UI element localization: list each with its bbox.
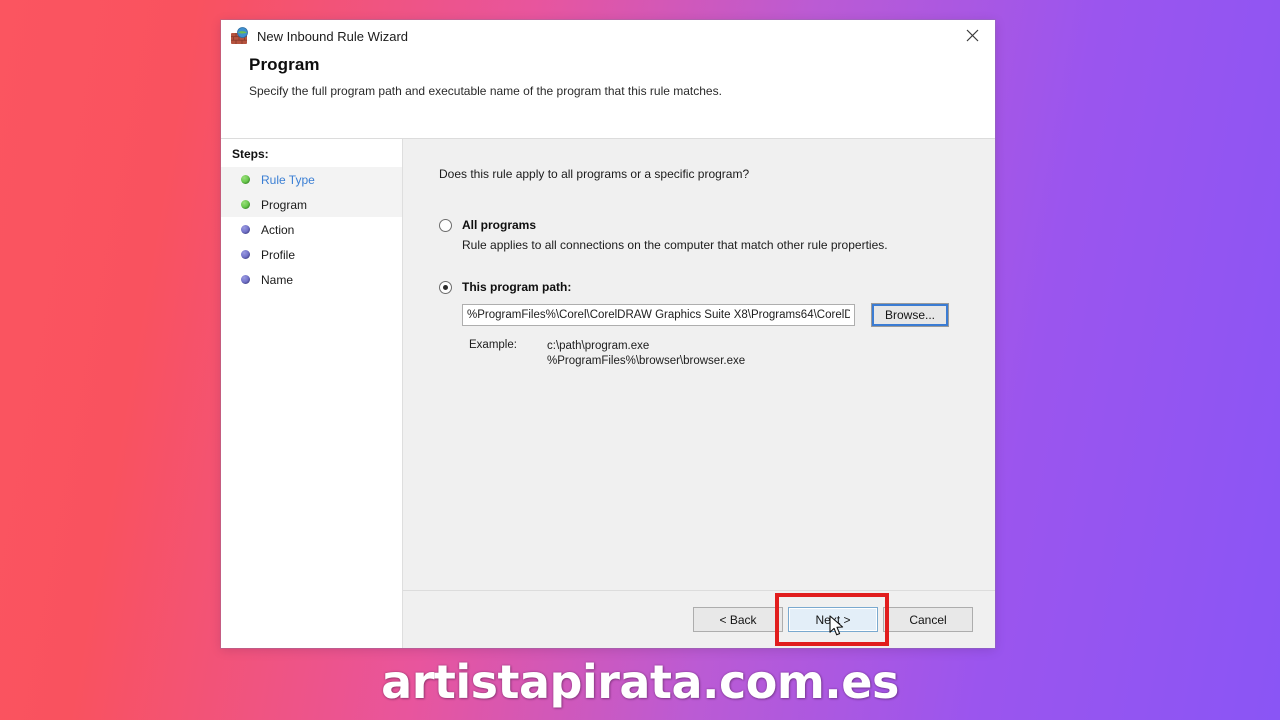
close-icon[interactable] <box>949 20 995 51</box>
window-title: New Inbound Rule Wizard <box>257 28 409 44</box>
page-subtitle: Specify the full program path and execut… <box>249 84 722 98</box>
main-content: Does this rule apply to all programs or … <box>403 139 995 648</box>
sidebar-item-program[interactable]: Program <box>221 192 402 217</box>
all-programs-description: Rule applies to all connections on the c… <box>462 238 888 252</box>
all-programs-label: All programs <box>462 218 537 232</box>
page-title: Program <box>249 55 320 74</box>
browse-button[interactable]: Browse... <box>871 303 949 327</box>
sidebar-item-profile[interactable]: Profile <box>221 242 402 267</box>
option-this-program-path: This program path: Browse... Example: c:… <box>439 280 967 369</box>
step-bullet-icon <box>241 225 250 234</box>
wizard-footer: < Back Next > Cancel <box>403 590 995 648</box>
example-line-1: c:\path\program.exe <box>547 340 650 352</box>
dialog-body: Steps: Rule Type Program Action Profile … <box>221 139 995 648</box>
example-line-2: %ProgramFiles%\browser\browser.exe <box>547 355 746 367</box>
question-text: Does this rule apply to all programs or … <box>439 167 750 181</box>
wizard-dialog: New Inbound Rule Wizard Program Specify … <box>221 20 995 648</box>
back-button[interactable]: < Back <box>693 607 783 632</box>
steps-sidebar: Steps: Rule Type Program Action Profile … <box>221 139 403 648</box>
steps-heading: Steps: <box>232 147 269 161</box>
step-bullet-icon <box>241 200 250 209</box>
sidebar-item-label: Action <box>261 222 295 237</box>
option-all-programs: All programs Rule applies to all connect… <box>439 218 967 252</box>
next-button-wrap: Next > <box>775 593 889 646</box>
firewall-shield-icon <box>230 26 249 46</box>
all-programs-row[interactable]: All programs <box>439 218 967 232</box>
example-lines: c:\path\program.exe %ProgramFiles%\brows… <box>547 339 745 369</box>
page-header: Program Specify the full program path an… <box>221 52 995 139</box>
this-program-label: This program path: <box>462 280 572 294</box>
path-row: Browse... <box>462 303 967 327</box>
example-block: Example: c:\path\program.exe %ProgramFil… <box>469 339 967 369</box>
radio-this-program-path[interactable] <box>439 281 452 294</box>
content-inner: Does this rule apply to all programs or … <box>403 139 995 590</box>
program-path-input[interactable] <box>462 304 855 326</box>
sidebar-item-label: Rule Type <box>261 172 315 187</box>
this-program-row[interactable]: This program path: <box>439 280 967 294</box>
site-watermark: artistapirata.com.es <box>381 655 899 709</box>
title-bar: New Inbound Rule Wizard <box>221 20 995 52</box>
example-label: Example: <box>469 339 517 351</box>
cancel-button[interactable]: Cancel <box>883 607 973 632</box>
step-bullet-icon <box>241 175 250 184</box>
step-bullet-icon <box>241 275 250 284</box>
sidebar-item-label: Name <box>261 272 294 287</box>
sidebar-item-action[interactable]: Action <box>221 217 402 242</box>
sidebar-item-rule-type[interactable]: Rule Type <box>221 167 402 192</box>
radio-all-programs[interactable] <box>439 219 452 232</box>
step-bullet-icon <box>241 250 250 259</box>
sidebar-item-name[interactable]: Name <box>221 267 402 292</box>
sidebar-item-label: Profile <box>261 247 296 262</box>
next-button[interactable]: Next > <box>788 607 878 632</box>
sidebar-item-label: Program <box>261 197 308 212</box>
